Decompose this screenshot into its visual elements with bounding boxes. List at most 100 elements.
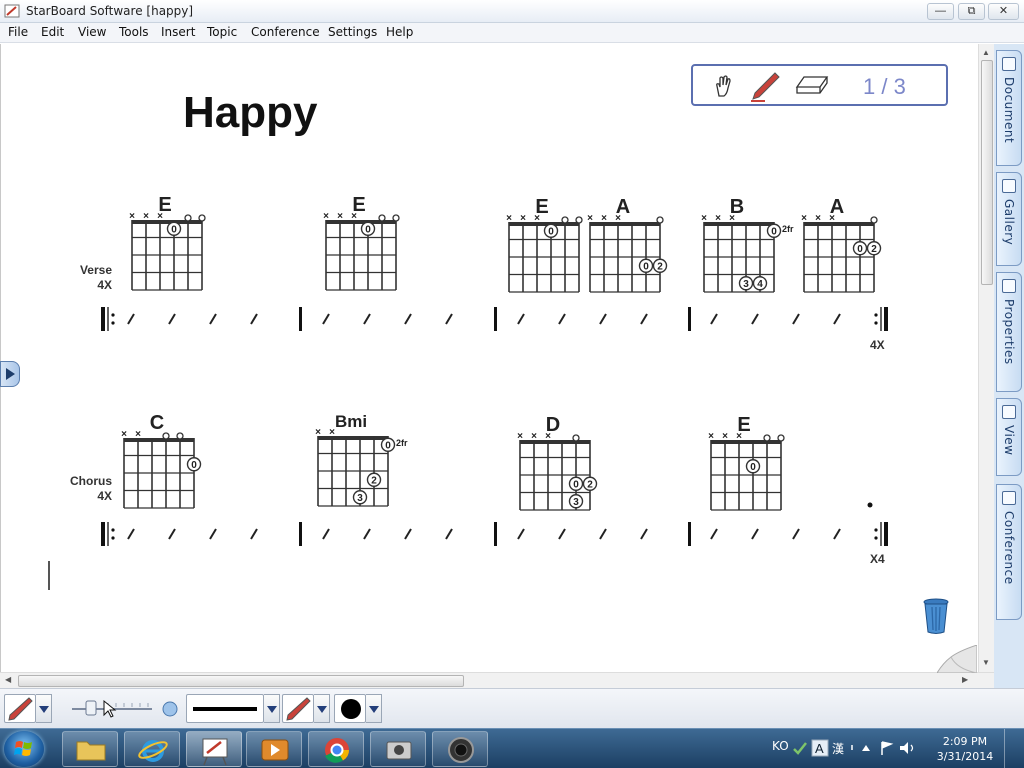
taskbar-starboard[interactable]: [186, 731, 242, 767]
slash-beat: [558, 528, 566, 540]
muted-string-mark: ×: [601, 213, 607, 224]
muted-string-mark: ×: [135, 429, 141, 440]
chord-diagram-verse-4: A× × ×0 2: [587, 196, 668, 293]
menu-view[interactable]: View: [78, 25, 106, 39]
chord-diagram-chorus-3: D× × ×0 23: [517, 414, 598, 511]
slash-beat: [322, 313, 330, 325]
chord-diagram-verse-6: A× × ×0 2: [801, 196, 882, 293]
menu-topic[interactable]: Topic: [207, 25, 237, 39]
pen-color-dropdown[interactable]: [314, 694, 330, 723]
menu-conference[interactable]: Conference: [251, 25, 320, 39]
eraser-icon[interactable]: [795, 75, 829, 97]
tab-gallery[interactable]: Gallery: [996, 172, 1022, 266]
internet-explorer-icon: [138, 740, 168, 762]
menu-edit[interactable]: Edit: [41, 25, 64, 39]
horizontal-scroll-thumb[interactable]: [18, 675, 464, 687]
maximize-button[interactable]: ⧉: [958, 3, 985, 20]
page-indicator: 1 / 3: [863, 74, 906, 99]
finger-number: 0: [548, 226, 554, 237]
menu-file[interactable]: File: [8, 25, 28, 39]
trash-icon[interactable]: [922, 597, 950, 635]
line-style-dropdown[interactable]: [264, 694, 280, 723]
menu-tools[interactable]: Tools: [119, 25, 149, 39]
rhythm-line-verse: [101, 307, 888, 331]
muted-string-mark: ×: [315, 427, 321, 438]
taskbar-webcam-app[interactable]: [432, 731, 488, 767]
chord-diagram-verse-1: E× × ×0: [129, 194, 206, 291]
tab-conference[interactable]: Conference: [996, 484, 1022, 620]
barline-2: [494, 307, 497, 331]
tab-document[interactable]: Document: [996, 50, 1022, 166]
muted-string-mark: ×: [829, 213, 835, 224]
slash-beat: [363, 528, 371, 540]
fill-color-selector[interactable]: [334, 694, 366, 723]
tab-properties[interactable]: Properties: [996, 272, 1022, 392]
menu-help[interactable]: Help: [386, 25, 413, 39]
barline-1: [299, 307, 302, 331]
horizontal-scrollbar[interactable]: ◀ ▶: [0, 672, 994, 688]
slash-beat: [751, 313, 759, 325]
scroll-down-icon[interactable]: ▼: [982, 658, 990, 667]
expand-panel-arrow-icon[interactable]: [0, 361, 20, 387]
chord-diagram-verse-3: E× × ×0: [506, 196, 583, 293]
scroll-right-icon[interactable]: ▶: [962, 675, 968, 684]
vertical-scrollbar[interactable]: ▲ ▼: [978, 44, 994, 672]
open-string-mark: [870, 216, 878, 224]
show-desktop-button[interactable]: [1004, 729, 1024, 768]
slash-beat: [404, 313, 412, 325]
menu-settings[interactable]: Settings: [328, 25, 377, 39]
side-panel: Document Gallery Properties View Confere…: [994, 44, 1024, 688]
vertical-scroll-thumb[interactable]: [981, 60, 993, 285]
repeat-dot: [874, 313, 878, 317]
slash-beat: [792, 528, 800, 540]
open-string-mark: [763, 434, 771, 442]
webcam-icon: [448, 737, 474, 763]
line-style-preview: [193, 707, 257, 711]
page-curl-icon[interactable]: [937, 645, 977, 673]
start-button[interactable]: [4, 731, 44, 767]
close-button[interactable]: ✕: [988, 3, 1019, 20]
taskbar-media-player[interactable]: [246, 731, 302, 767]
open-string-mark: [777, 434, 785, 442]
repeat-start-bar: [101, 307, 105, 331]
finger-number: 0: [643, 261, 649, 272]
line-style-selector[interactable]: [186, 694, 264, 723]
finger-number: 0: [573, 479, 579, 490]
pen-icon[interactable]: [749, 70, 781, 102]
slash-beat: [751, 528, 759, 540]
input-language[interactable]: KO: [772, 739, 789, 753]
finger-number: 2: [371, 475, 377, 486]
open-string-mark: [378, 214, 386, 222]
menu-insert[interactable]: Insert: [161, 25, 195, 39]
scroll-up-icon[interactable]: ▲: [982, 48, 990, 57]
starboard-app-icon: [4, 4, 20, 18]
hand-icon[interactable]: [713, 74, 735, 98]
slash-beat: [517, 313, 525, 325]
slash-beat: [445, 528, 453, 540]
finger-number: 2: [587, 479, 593, 490]
finger-number: 3: [573, 497, 579, 508]
pen-tool-dropdown[interactable]: [36, 694, 52, 723]
fill-color-dropdown[interactable]: [366, 694, 382, 723]
finger-number: 2: [871, 244, 877, 255]
minimize-button[interactable]: —: [927, 3, 954, 20]
clock[interactable]: 2:09 PM 3/31/2014: [935, 734, 995, 764]
clock-time: 2:09 PM: [942, 735, 988, 748]
repeat-dot: [874, 536, 878, 540]
pen-color-selector[interactable]: [282, 694, 314, 723]
pen-width-slider[interactable]: [68, 695, 180, 723]
slash-beat: [833, 313, 841, 325]
windows-logo-icon: [14, 741, 32, 756]
pen-tool-selector[interactable]: [4, 694, 36, 723]
taskbar-camera-app[interactable]: [370, 731, 426, 767]
slash-beat: [558, 313, 566, 325]
slash-beat: [833, 528, 841, 540]
system-tray-icons[interactable]: [860, 739, 930, 757]
svg-text:A: A: [815, 741, 824, 756]
open-string-mark: [575, 216, 583, 224]
taskbar-chrome[interactable]: [308, 731, 364, 767]
scroll-left-icon[interactable]: ◀: [5, 675, 11, 684]
taskbar-internet-explorer[interactable]: [124, 731, 180, 767]
taskbar-explorer[interactable]: [62, 731, 118, 767]
tab-view[interactable]: View: [996, 398, 1022, 476]
